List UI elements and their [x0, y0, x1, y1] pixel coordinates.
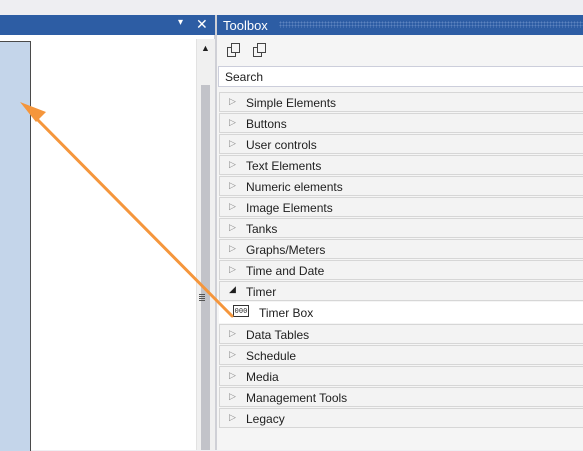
- toolbox-group[interactable]: ▷ Text Elements: [219, 155, 583, 175]
- toolbox-group[interactable]: ▷ Tanks: [219, 218, 583, 238]
- toolbox-group[interactable]: ▷ Management Tools: [219, 387, 583, 407]
- toolbox-group-label: Media: [246, 370, 279, 384]
- collapsed-triangle-icon[interactable]: ▷: [229, 117, 236, 128]
- toolbox-group-label: Legacy: [246, 412, 285, 426]
- toolbox-group-label: Data Tables: [246, 328, 310, 342]
- expand-all-icon[interactable]: [253, 43, 267, 57]
- collapsed-triangle-icon[interactable]: ▷: [229, 412, 236, 423]
- toolbox-group-label: Simple Elements: [246, 96, 337, 110]
- vertical-scrollbar[interactable]: ▲: [196, 39, 215, 450]
- toolbox-group[interactable]: ▷ Graphs/Meters: [219, 239, 583, 259]
- left-pane-header: ▾ ✕: [0, 15, 216, 35]
- toolbox-group-label: Graphs/Meters: [246, 243, 326, 257]
- toolbox-group-label: Image Elements: [246, 201, 333, 215]
- toolbox-item[interactable]: 000 Timer Box: [219, 302, 583, 323]
- collapsed-triangle-icon[interactable]: ▷: [229, 349, 236, 360]
- collapsed-triangle-icon[interactable]: ▷: [229, 138, 236, 149]
- collapsed-triangle-icon[interactable]: ▷: [229, 391, 236, 402]
- toolbox-group[interactable]: ▷ Schedule: [219, 345, 583, 365]
- pin-dropdown-icon[interactable]: ▾: [178, 17, 183, 28]
- toolbox-group[interactable]: ◢ Timer: [219, 281, 583, 301]
- toolbox-group-label: Schedule: [246, 349, 297, 363]
- title-grip: [279, 21, 583, 28]
- toolbox-group[interactable]: ▷ Legacy: [219, 408, 583, 428]
- toolbox-item-label: Timer Box: [259, 306, 314, 320]
- collapse-all-icon[interactable]: [227, 43, 241, 57]
- collapsed-triangle-icon[interactable]: ▷: [229, 159, 236, 170]
- toolbox-group-label: Numeric elements: [246, 180, 343, 194]
- timer-box-icon: 000: [233, 305, 249, 317]
- collapsed-triangle-icon[interactable]: ▷: [229, 180, 236, 191]
- toolbox-group[interactable]: ▷ Data Tables: [219, 324, 583, 344]
- splitter-grip[interactable]: [199, 294, 205, 301]
- toolbox-list: ▷ Simple Elements ▷ Buttons ▷ User controls ▷ T…: [219, 92, 583, 429]
- collapsed-triangle-icon[interactable]: ▷: [229, 328, 236, 339]
- collapsed-triangle-icon[interactable]: ▷: [229, 96, 236, 107]
- designer-pane: ▲: [0, 35, 215, 451]
- toolbox-group[interactable]: ▷ Time and Date: [219, 260, 583, 280]
- toolbox-group[interactable]: ▷ Buttons: [219, 113, 583, 133]
- scroll-up-icon[interactable]: ▲: [201, 43, 210, 53]
- toolbox-group-label: Time and Date: [246, 264, 325, 278]
- toolbox-group-label: Tanks: [246, 222, 278, 236]
- toolbox-group-label: Text Elements: [246, 159, 322, 173]
- toolbox-group[interactable]: ▷ Image Elements: [219, 197, 583, 217]
- design-canvas[interactable]: [0, 41, 31, 451]
- expanded-triangle-icon[interactable]: ◢: [229, 284, 236, 295]
- toolbox-title: Toolbox: [223, 18, 268, 33]
- close-icon[interactable]: ✕: [196, 15, 208, 34]
- toolbox-panel: Search ▷ Simple Elements ▷ Buttons ▷ User con…: [217, 35, 583, 450]
- scrollbar-thumb[interactable]: [201, 85, 210, 450]
- toolbox-group-label: Timer: [246, 285, 277, 299]
- toolbox-group-label: Management Tools: [246, 391, 348, 405]
- top-strip: [0, 0, 583, 15]
- toolbox-group-label: User controls: [246, 138, 317, 152]
- collapsed-triangle-icon[interactable]: ▷: [229, 264, 236, 275]
- toolbox-header: Toolbox: [217, 15, 583, 35]
- toolbox-toolbar: [227, 43, 276, 59]
- toolbox-group[interactable]: ▷ User controls: [219, 134, 583, 154]
- toolbox-group-label: Buttons: [246, 117, 287, 131]
- collapsed-triangle-icon[interactable]: ▷: [229, 222, 236, 233]
- collapsed-triangle-icon[interactable]: ▷: [229, 370, 236, 381]
- collapsed-triangle-icon[interactable]: ▷: [229, 201, 236, 212]
- search-input[interactable]: Search: [218, 66, 583, 87]
- toolbox-group[interactable]: ▷ Media: [219, 366, 583, 386]
- collapsed-triangle-icon[interactable]: ▷: [229, 243, 236, 254]
- toolbox-group[interactable]: ▷ Numeric elements: [219, 176, 583, 196]
- toolbox-group[interactable]: ▷ Simple Elements: [219, 92, 583, 112]
